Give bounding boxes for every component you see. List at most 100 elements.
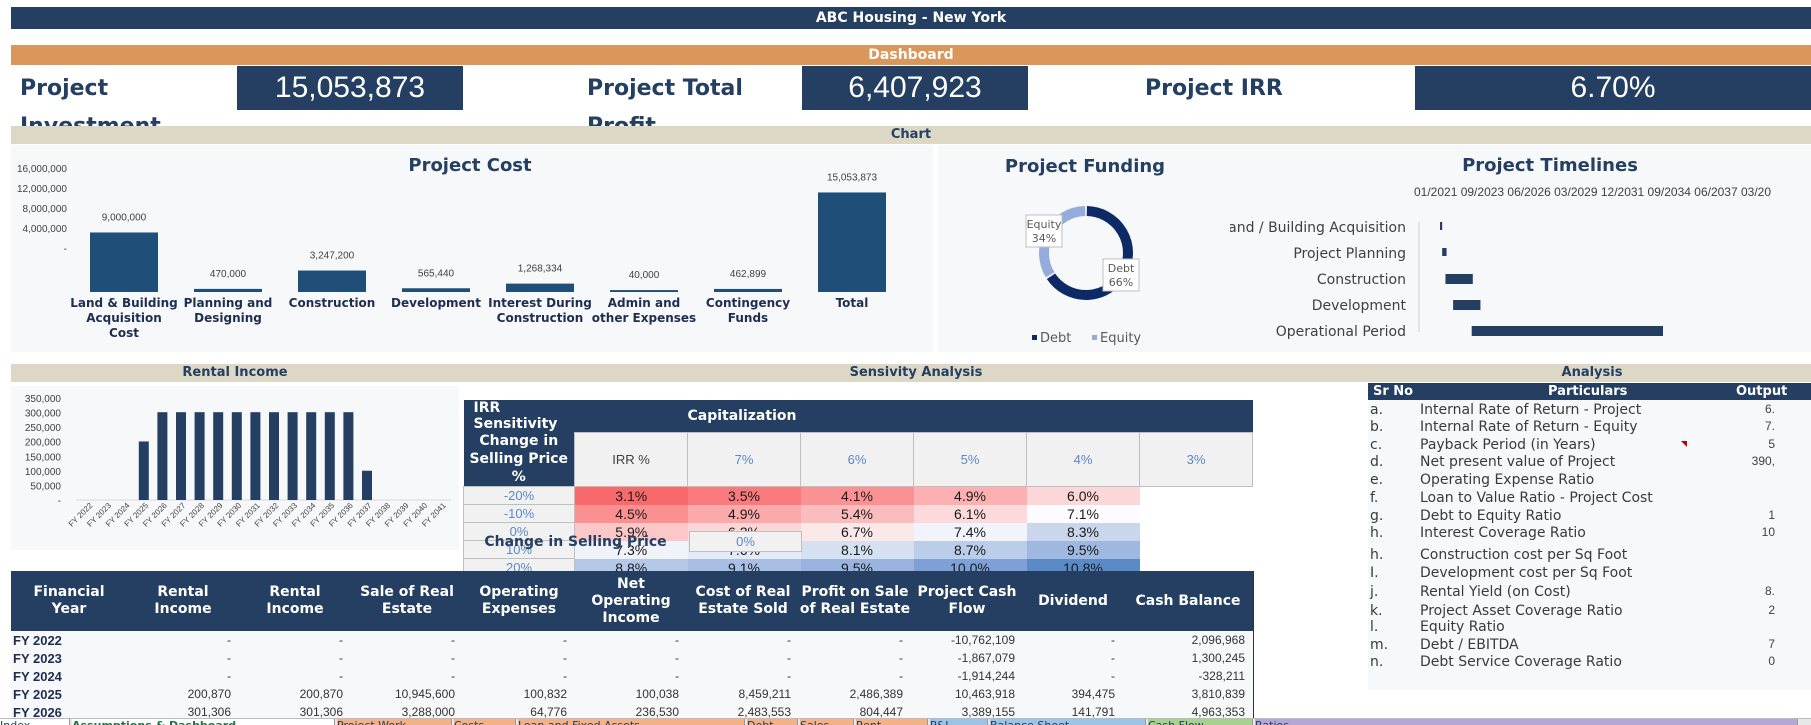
financial-row: FY 2024- - - - - - - -1,914,244- -328,211 bbox=[11, 667, 1253, 685]
financial-cell: - bbox=[239, 667, 351, 685]
analysis-particular: Payback Period (in Years) bbox=[1420, 437, 1596, 453]
cost-bar bbox=[714, 288, 782, 292]
selling-price-change-label: -10% bbox=[463, 504, 575, 523]
irr-sensitivity-cell: 4.9% bbox=[687, 504, 801, 523]
financial-cell: - bbox=[799, 649, 911, 667]
sheet-tab[interactable]: Debt bbox=[747, 719, 798, 725]
cost-value-label: 470,000 bbox=[210, 269, 247, 280]
financial-year: FY 2024 bbox=[11, 667, 127, 685]
financial-column-header: Sale of Real Estate bbox=[351, 571, 463, 631]
financial-column-header: Profit on Sale of Real Estate bbox=[799, 571, 911, 631]
funding-data-label: Equity bbox=[1027, 218, 1062, 231]
irr-sensitivity-cell: 8.1% bbox=[800, 540, 914, 559]
analysis-output: 7. bbox=[1764, 419, 1775, 433]
financial-cell: - bbox=[575, 649, 687, 667]
financial-cell: 3,810,839 bbox=[1123, 685, 1253, 703]
sheet-tab[interactable]: Rent bbox=[856, 719, 928, 725]
financial-cell: - bbox=[127, 631, 239, 649]
rental-bar bbox=[231, 412, 242, 500]
cost-category-label: Development bbox=[391, 296, 481, 310]
sheet-tab[interactable]: Cash Flow bbox=[1148, 719, 1253, 725]
cost-bar bbox=[610, 290, 678, 292]
analysis-band: Analysis bbox=[1373, 364, 1811, 382]
cost-category-label: other Expenses bbox=[592, 311, 696, 325]
financial-cell: 200,870 bbox=[127, 685, 239, 703]
project-cost-chart: 16,000,000 12,000,000 8,000,000 4,000,000 - 9… bbox=[17, 164, 886, 340]
cap-col-header: 5% bbox=[913, 431, 1027, 487]
sheet-tab[interactable]: Project Work bbox=[337, 719, 452, 725]
sheet-tab[interactable]: Sales bbox=[800, 719, 854, 725]
cap-col-header: 7% bbox=[687, 431, 801, 487]
irr-sensitivity-cell: 7.4% bbox=[913, 522, 1027, 541]
timeline-bar bbox=[1471, 326, 1663, 336]
financial-cell: 2,486,389 bbox=[799, 685, 911, 703]
timeline-bar bbox=[1445, 274, 1473, 284]
legend-marker-debt bbox=[1032, 335, 1037, 340]
cost-category-label: Construction bbox=[497, 311, 584, 325]
analysis-header-particulars: Particulars bbox=[1548, 384, 1628, 399]
analysis-sr: m. bbox=[1370, 637, 1389, 653]
rental-bar bbox=[324, 412, 335, 500]
project-funding-chart: Debt66%Equity34%Debt Equity bbox=[1025, 206, 1141, 346]
cost-bar bbox=[194, 288, 262, 292]
sheet-tab[interactable]: Loan and Fixed Assets bbox=[518, 719, 745, 725]
change-selling-price-input[interactable]: 0% bbox=[689, 531, 802, 552]
financial-year: FY 2023 bbox=[11, 649, 127, 667]
analysis-sr: j. bbox=[1370, 584, 1379, 600]
analysis-header-srno: Sr No bbox=[1373, 384, 1414, 399]
sensitivity-row: -20% 3.1% 3.5% 4.1% 4.9% 6.0% bbox=[463, 486, 1253, 505]
rental-ytick-label: 200,000 bbox=[25, 438, 62, 449]
comment-indicator-icon[interactable] bbox=[1681, 441, 1687, 447]
sheet-tab[interactable]: Costs bbox=[454, 719, 516, 725]
analysis-output: 0 bbox=[1768, 654, 1775, 668]
timeline-category-label: Development bbox=[1312, 298, 1407, 314]
financial-cell: - bbox=[575, 631, 687, 649]
cost-value-label: 9,000,000 bbox=[102, 212, 147, 223]
cost-category-label: Interest During bbox=[488, 296, 592, 310]
irr-sensitivity-cell: 6.1% bbox=[913, 504, 1027, 523]
financial-cell: - bbox=[799, 667, 911, 685]
sheet-tab[interactable]: P&L bbox=[930, 719, 988, 725]
financial-column-header: Financial Year bbox=[11, 571, 127, 631]
funding-data-label: 34% bbox=[1032, 232, 1056, 245]
timeline-category-label: Operational Period bbox=[1276, 324, 1406, 340]
project-timelines-chart: 01/2021 09/2023 06/2026 03/2029 12/2031 … bbox=[1230, 185, 1771, 340]
cost-ytick-label: 12,000,000 bbox=[17, 184, 67, 195]
cost-category-label: Land & Building bbox=[70, 296, 177, 310]
timeline-bar bbox=[1440, 222, 1443, 230]
cost-value-label: 40,000 bbox=[629, 270, 660, 281]
cost-category-label: Admin and bbox=[608, 296, 680, 310]
rental-bar bbox=[269, 412, 279, 500]
sheet-tab[interactable]: Balance Sheet bbox=[990, 719, 1146, 725]
analysis-sr: e. bbox=[1370, 472, 1384, 488]
sheet-tab[interactable]: Assumptions & Dashboard bbox=[72, 719, 335, 725]
irr-sensitivity-cell: 6.7% bbox=[800, 522, 914, 541]
irr-sensitivity-cell: 3.5% bbox=[687, 486, 801, 505]
financial-column-header: Cost of Real Estate Sold bbox=[687, 571, 799, 631]
analysis-particular: Debt / EBITDA bbox=[1420, 637, 1519, 653]
cost-bar bbox=[818, 192, 886, 292]
financial-cell: 394,475 bbox=[1023, 685, 1123, 703]
project-funding-title: Project Funding bbox=[1004, 156, 1166, 177]
financial-cell: - bbox=[1023, 649, 1123, 667]
analysis-particular: Interest Coverage Ratio bbox=[1420, 525, 1586, 541]
financial-cell: - bbox=[351, 649, 463, 667]
rental-bar bbox=[157, 412, 168, 500]
analysis-particular: Net present value of Project bbox=[1420, 454, 1616, 470]
financial-cell: -10,762,109 bbox=[911, 631, 1023, 649]
financial-cell: 100,038 bbox=[575, 685, 687, 703]
cost-category-label: Contingency bbox=[706, 296, 790, 310]
analysis-particular: Construction cost per Sq Foot bbox=[1420, 547, 1628, 563]
analysis-sr: I. bbox=[1370, 565, 1379, 581]
analysis-output: 390, bbox=[1751, 454, 1775, 468]
workbook-title-bar: ABC Housing - New York bbox=[11, 7, 1811, 29]
analysis-sr: d. bbox=[1370, 454, 1384, 470]
sheet-tab[interactable]: Index bbox=[0, 719, 70, 725]
irr-sensitivity-cell: 4.1% bbox=[800, 486, 914, 505]
financial-cell: - bbox=[463, 631, 575, 649]
financial-column-header: Net Operating Income bbox=[575, 571, 687, 631]
financial-cell: 1,300,245 bbox=[1123, 649, 1253, 667]
financial-row: FY 2023- - - - - - - -1,867,079-1,300,245 bbox=[11, 649, 1253, 667]
sheet-tab[interactable]: Ratios bbox=[1255, 719, 1798, 725]
financial-cell: - bbox=[239, 631, 351, 649]
